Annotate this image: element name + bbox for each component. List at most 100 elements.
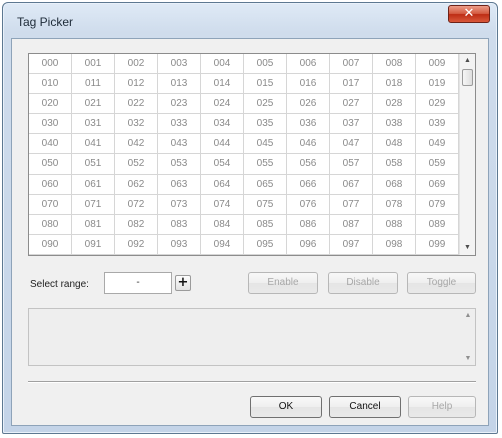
tag-cell[interactable]: 032 <box>115 114 158 135</box>
tag-cell[interactable]: 096 <box>287 234 330 255</box>
tag-cell[interactable]: 047 <box>330 134 373 155</box>
tag-cell[interactable]: 038 <box>373 114 416 135</box>
tag-cell[interactable]: 081 <box>72 214 115 235</box>
tag-cell[interactable]: 066 <box>287 174 330 195</box>
tag-cell[interactable]: 068 <box>373 174 416 195</box>
help-button[interactable]: Help <box>408 396 476 418</box>
chevron-down-icon[interactable]: ▼ <box>461 355 475 362</box>
tag-cell[interactable]: 097 <box>330 234 373 255</box>
tag-cell[interactable]: 070 <box>29 194 72 215</box>
select-range-input[interactable]: - <box>104 272 172 294</box>
tag-cell[interactable]: 095 <box>244 234 287 255</box>
tag-cell[interactable]: 003 <box>158 54 201 75</box>
tag-cell[interactable]: 091 <box>72 234 115 255</box>
close-button[interactable]: ✕ <box>448 5 490 23</box>
tag-cell[interactable]: 060 <box>29 174 72 195</box>
tag-cell[interactable]: 001 <box>72 54 115 75</box>
disable-button[interactable]: Disable <box>328 272 398 294</box>
tag-cell[interactable]: 072 <box>115 194 158 215</box>
tag-cell[interactable]: 005 <box>244 54 287 75</box>
tag-cell[interactable]: 057 <box>330 154 373 175</box>
tag-cell[interactable]: 074 <box>201 194 244 215</box>
tag-cell[interactable]: 059 <box>416 154 459 175</box>
tag-cell[interactable]: 087 <box>330 214 373 235</box>
tag-cell[interactable]: 022 <box>115 94 158 115</box>
tag-cell[interactable]: 029 <box>416 94 459 115</box>
tag-cell[interactable]: 062 <box>115 174 158 195</box>
chevron-up-icon[interactable]: ▲ <box>461 312 475 319</box>
log-vertical-scrollbar[interactable]: ▲ ▼ <box>461 309 475 365</box>
tag-cell[interactable]: 044 <box>201 134 244 155</box>
grid-vertical-scrollbar[interactable]: ▲ ▼ <box>459 54 475 255</box>
tag-cell[interactable]: 080 <box>29 214 72 235</box>
tag-cell[interactable]: 031 <box>72 114 115 135</box>
tag-cell[interactable]: 034 <box>201 114 244 135</box>
tag-cell[interactable]: 069 <box>416 174 459 195</box>
tag-cell[interactable]: 017 <box>330 74 373 95</box>
tag-cell[interactable]: 089 <box>416 214 459 235</box>
tag-cell[interactable]: 012 <box>115 74 158 95</box>
tag-cell[interactable]: 082 <box>115 214 158 235</box>
tag-cell[interactable]: 028 <box>373 94 416 115</box>
tag-cell[interactable]: 026 <box>287 94 330 115</box>
tag-cell[interactable]: 076 <box>287 194 330 215</box>
chevron-up-icon[interactable]: ▲ <box>460 54 475 68</box>
tag-cell[interactable]: 002 <box>115 54 158 75</box>
tag-cell[interactable]: 061 <box>72 174 115 195</box>
tag-cell[interactable]: 079 <box>416 194 459 215</box>
tag-cell[interactable]: 050 <box>29 154 72 175</box>
tag-cell[interactable]: 071 <box>72 194 115 215</box>
tag-cell[interactable]: 075 <box>244 194 287 215</box>
tag-cell[interactable]: 054 <box>201 154 244 175</box>
tag-cell[interactable]: 053 <box>158 154 201 175</box>
tag-cell[interactable]: 077 <box>330 194 373 215</box>
tag-cell[interactable]: 027 <box>330 94 373 115</box>
tag-cell[interactable]: 085 <box>244 214 287 235</box>
tag-cell[interactable]: 088 <box>373 214 416 235</box>
tag-cell[interactable]: 025 <box>244 94 287 115</box>
tag-cell[interactable]: 039 <box>416 114 459 135</box>
tag-cell[interactable]: 010 <box>29 74 72 95</box>
tag-cell[interactable]: 051 <box>72 154 115 175</box>
tag-cell[interactable]: 037 <box>330 114 373 135</box>
tag-cell[interactable]: 009 <box>416 54 459 75</box>
tag-cell[interactable]: 000 <box>29 54 72 75</box>
tag-cell[interactable]: 040 <box>29 134 72 155</box>
enable-button[interactable]: Enable <box>248 272 318 294</box>
tag-cell[interactable]: 063 <box>158 174 201 195</box>
tag-cell[interactable]: 015 <box>244 74 287 95</box>
toggle-button[interactable]: Toggle <box>407 272 476 294</box>
tag-cell[interactable]: 078 <box>373 194 416 215</box>
title-bar[interactable]: Tag Picker ✕ <box>3 3 497 37</box>
tag-cell[interactable]: 058 <box>373 154 416 175</box>
add-range-button[interactable]: + <box>175 275 191 291</box>
tag-cell[interactable]: 048 <box>373 134 416 155</box>
tag-cell[interactable]: 067 <box>330 174 373 195</box>
tag-cell[interactable]: 019 <box>416 74 459 95</box>
tag-cell[interactable]: 021 <box>72 94 115 115</box>
tag-cell[interactable]: 035 <box>244 114 287 135</box>
tag-cell[interactable]: 056 <box>287 154 330 175</box>
tag-cell[interactable]: 084 <box>201 214 244 235</box>
tag-cell[interactable]: 094 <box>201 234 244 255</box>
tag-cell[interactable]: 033 <box>158 114 201 135</box>
ok-button[interactable]: OK <box>250 396 322 418</box>
tag-cell[interactable]: 086 <box>287 214 330 235</box>
tag-cell[interactable]: 055 <box>244 154 287 175</box>
tag-cell[interactable]: 020 <box>29 94 72 115</box>
tag-cell[interactable]: 073 <box>158 194 201 215</box>
tag-cell[interactable]: 045 <box>244 134 287 155</box>
tag-cell[interactable]: 049 <box>416 134 459 155</box>
tag-cell[interactable]: 013 <box>158 74 201 95</box>
tag-cell[interactable]: 011 <box>72 74 115 95</box>
tag-cell[interactable]: 042 <box>115 134 158 155</box>
tag-cell[interactable]: 083 <box>158 214 201 235</box>
tag-cell[interactable]: 046 <box>287 134 330 155</box>
tag-cell[interactable]: 006 <box>287 54 330 75</box>
tag-cell[interactable]: 065 <box>244 174 287 195</box>
chevron-down-icon[interactable]: ▼ <box>460 241 475 255</box>
tag-cell[interactable]: 092 <box>115 234 158 255</box>
tag-cell[interactable]: 024 <box>201 94 244 115</box>
tag-cell[interactable]: 090 <box>29 234 72 255</box>
tag-cell[interactable]: 041 <box>72 134 115 155</box>
